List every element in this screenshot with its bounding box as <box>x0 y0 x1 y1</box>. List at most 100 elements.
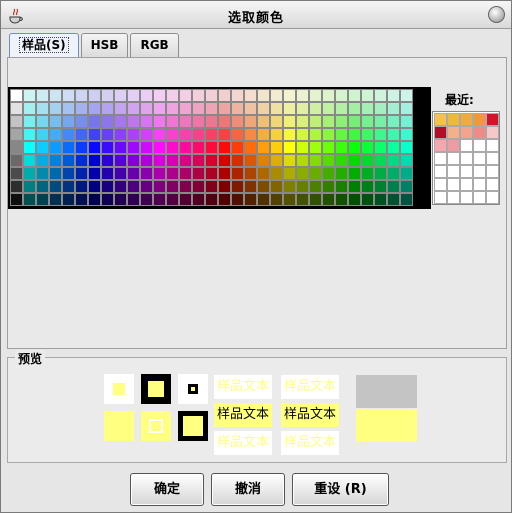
color-swatch[interactable] <box>309 141 322 154</box>
color-swatch[interactable] <box>283 167 296 180</box>
recent-swatch[interactable] <box>473 113 486 126</box>
recent-swatch[interactable] <box>460 165 473 178</box>
color-swatch[interactable] <box>335 167 348 180</box>
recent-swatch[interactable] <box>486 126 499 139</box>
color-swatch[interactable] <box>127 167 140 180</box>
color-swatch[interactable] <box>166 128 179 141</box>
color-swatch[interactable] <box>62 102 75 115</box>
color-swatch[interactable] <box>257 167 270 180</box>
color-swatch[interactable] <box>75 167 88 180</box>
color-swatch[interactable] <box>374 193 387 206</box>
recent-swatch[interactable] <box>434 113 447 126</box>
color-swatch[interactable] <box>296 141 309 154</box>
color-swatch[interactable] <box>296 154 309 167</box>
color-swatch[interactable] <box>75 141 88 154</box>
color-swatch[interactable] <box>49 180 62 193</box>
color-swatch[interactable] <box>361 128 374 141</box>
color-swatch[interactable] <box>153 193 166 206</box>
color-swatch[interactable] <box>101 89 114 102</box>
color-swatch[interactable] <box>322 180 335 193</box>
color-swatch[interactable] <box>127 102 140 115</box>
recent-swatch[interactable] <box>460 152 473 165</box>
color-swatch[interactable] <box>387 128 400 141</box>
color-swatch[interactable] <box>23 115 36 128</box>
color-swatch[interactable] <box>348 167 361 180</box>
recent-swatch[interactable] <box>434 191 447 204</box>
cancel-button[interactable]: 撤消 <box>211 473 285 506</box>
color-swatch[interactable] <box>192 115 205 128</box>
color-swatch[interactable] <box>205 193 218 206</box>
color-swatch[interactable] <box>75 180 88 193</box>
color-swatch[interactable] <box>400 115 413 128</box>
color-swatch[interactable] <box>270 89 283 102</box>
color-swatch[interactable] <box>23 193 36 206</box>
color-swatch[interactable] <box>10 128 23 141</box>
color-swatch[interactable] <box>296 180 309 193</box>
color-swatch[interactable] <box>335 154 348 167</box>
color-swatch[interactable] <box>361 115 374 128</box>
color-swatch[interactable] <box>114 89 127 102</box>
color-swatch[interactable] <box>296 89 309 102</box>
color-swatch[interactable] <box>374 180 387 193</box>
color-swatch[interactable] <box>75 193 88 206</box>
color-swatch[interactable] <box>270 128 283 141</box>
tab-rgb[interactable]: RGB <box>130 33 179 57</box>
color-swatch[interactable] <box>257 115 270 128</box>
color-swatch[interactable] <box>166 141 179 154</box>
color-swatch[interactable] <box>322 167 335 180</box>
color-swatch[interactable] <box>361 180 374 193</box>
color-swatch[interactable] <box>179 89 192 102</box>
color-swatch[interactable] <box>10 167 23 180</box>
color-swatch[interactable] <box>309 154 322 167</box>
color-swatch[interactable] <box>49 102 62 115</box>
color-swatch[interactable] <box>309 167 322 180</box>
color-swatch[interactable] <box>179 102 192 115</box>
color-swatch[interactable] <box>36 141 49 154</box>
color-swatch[interactable] <box>62 115 75 128</box>
color-swatch[interactable] <box>231 115 244 128</box>
color-swatch[interactable] <box>114 193 127 206</box>
color-swatch[interactable] <box>10 102 23 115</box>
color-swatch[interactable] <box>166 89 179 102</box>
recent-swatch[interactable] <box>434 139 447 152</box>
color-swatch[interactable] <box>400 167 413 180</box>
color-swatch[interactable] <box>361 167 374 180</box>
color-swatch[interactable] <box>140 193 153 206</box>
color-swatch[interactable] <box>23 102 36 115</box>
color-swatch[interactable] <box>127 128 140 141</box>
color-swatch[interactable] <box>335 89 348 102</box>
recent-swatch[interactable] <box>473 191 486 204</box>
color-swatch[interactable] <box>335 141 348 154</box>
color-swatch[interactable] <box>244 167 257 180</box>
color-swatch[interactable] <box>296 167 309 180</box>
color-swatch[interactable] <box>179 167 192 180</box>
color-swatch[interactable] <box>127 115 140 128</box>
color-swatch[interactable] <box>88 89 101 102</box>
recent-swatch[interactable] <box>460 191 473 204</box>
color-swatch[interactable] <box>166 154 179 167</box>
close-button[interactable] <box>488 6 505 23</box>
title-bar[interactable]: 选取颜色 <box>1 1 511 29</box>
color-swatch[interactable] <box>114 141 127 154</box>
color-swatch[interactable] <box>374 102 387 115</box>
color-swatch[interactable] <box>88 102 101 115</box>
color-swatch[interactable] <box>10 193 23 206</box>
color-swatch[interactable] <box>101 193 114 206</box>
color-swatch[interactable] <box>218 180 231 193</box>
color-swatch[interactable] <box>309 128 322 141</box>
color-swatch[interactable] <box>374 141 387 154</box>
color-swatch[interactable] <box>140 102 153 115</box>
color-swatch[interactable] <box>101 102 114 115</box>
color-swatch[interactable] <box>335 128 348 141</box>
color-swatch[interactable] <box>309 102 322 115</box>
color-swatch[interactable] <box>205 154 218 167</box>
color-swatch[interactable] <box>49 128 62 141</box>
tab-swatches[interactable]: 样品(S) <box>9 33 79 57</box>
color-swatch[interactable] <box>140 89 153 102</box>
recent-swatch[interactable] <box>473 126 486 139</box>
color-swatch[interactable] <box>114 154 127 167</box>
color-swatch[interactable] <box>361 102 374 115</box>
color-swatch[interactable] <box>387 167 400 180</box>
color-swatch[interactable] <box>49 167 62 180</box>
color-swatch[interactable] <box>348 154 361 167</box>
